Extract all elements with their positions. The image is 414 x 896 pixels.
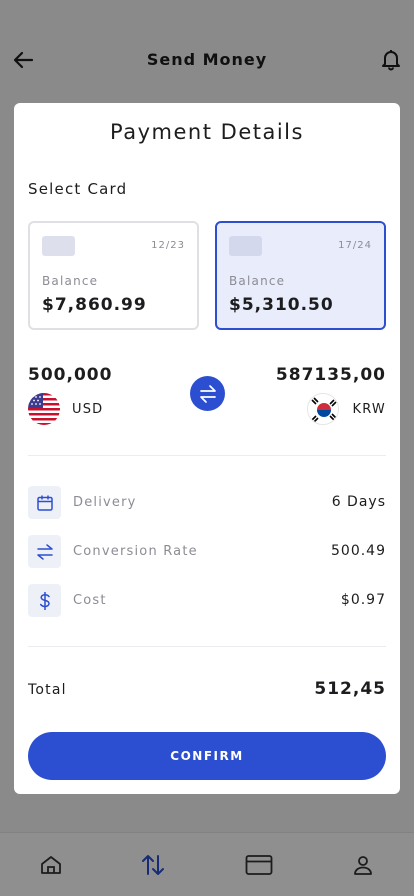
swap-arrows-icon bbox=[199, 384, 216, 403]
calendar-icon bbox=[28, 486, 61, 519]
delivery-value: 6 Days bbox=[331, 494, 386, 510]
kr-flag-icon bbox=[307, 393, 339, 425]
card-balance: $7,860.99 bbox=[42, 295, 147, 315]
card-balance-label: Balance bbox=[42, 274, 99, 288]
dollar-icon bbox=[28, 584, 61, 617]
card-balance-label: Balance bbox=[229, 274, 286, 288]
cost-label: Cost bbox=[73, 593, 107, 608]
confirm-button[interactable]: CONFIRM bbox=[28, 732, 386, 780]
to-amount[interactable]: 587135,00 bbox=[276, 365, 386, 385]
card-option-1[interactable]: 12/23 Balance $7,860.99 bbox=[28, 221, 199, 330]
total-value: 512,45 bbox=[314, 679, 386, 699]
swap-arrows-icon bbox=[28, 535, 61, 568]
divider bbox=[28, 646, 386, 647]
modal-title: Payment Details bbox=[110, 120, 304, 144]
card-balance: $5,310.50 bbox=[229, 295, 334, 315]
card-expiry: 12/23 bbox=[151, 240, 185, 251]
card-chip bbox=[229, 236, 262, 256]
payment-details-modal: Payment Details Select Card 12/23 Balanc… bbox=[14, 103, 400, 794]
cost-value: $0.97 bbox=[340, 592, 386, 608]
us-flag-icon bbox=[28, 393, 60, 425]
delivery-label: Delivery bbox=[73, 495, 137, 510]
to-currency[interactable]: KRW bbox=[353, 402, 387, 417]
swap-currency-button[interactable] bbox=[190, 376, 225, 411]
from-currency[interactable]: USD bbox=[72, 402, 103, 417]
select-card-label: Select Card bbox=[28, 180, 128, 198]
card-option-2[interactable]: 17/24 Balance $5,310.50 bbox=[215, 221, 386, 330]
conversion-rate-label: Conversion Rate bbox=[73, 544, 198, 559]
divider bbox=[28, 455, 386, 456]
conversion-rate-value: 500.49 bbox=[331, 543, 386, 559]
total-label: Total bbox=[28, 682, 67, 698]
card-chip bbox=[42, 236, 75, 256]
card-expiry: 17/24 bbox=[338, 240, 372, 251]
from-amount[interactable]: 500,000 bbox=[28, 365, 112, 385]
